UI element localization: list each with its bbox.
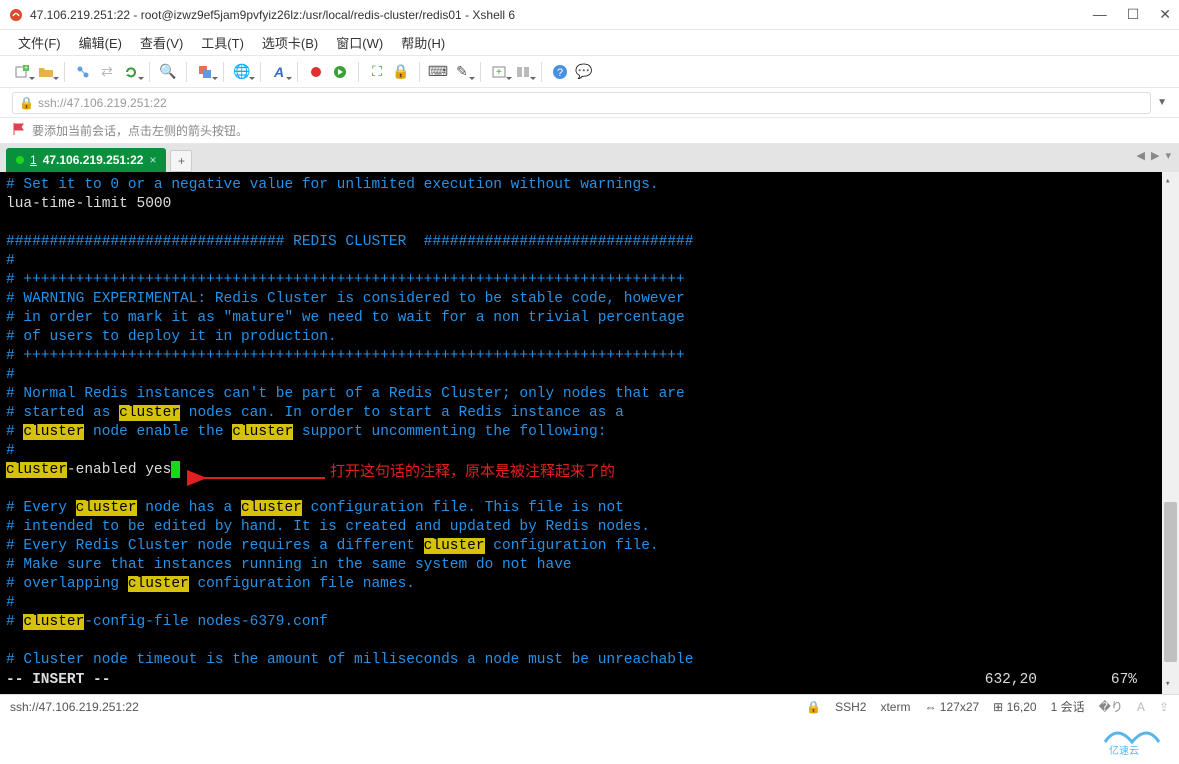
titlebar: 47.106.219.251:22 - root@izwz9ef5jam9pvf… [0,0,1179,30]
tab-index: 1 [30,153,37,167]
status-dot-icon [16,156,24,164]
minimize-button[interactable]: ― [1093,6,1107,23]
status-address: ssh://47.106.219.251:22 [10,700,139,714]
session-tab[interactable]: 1 47.106.219.251:22 × [6,148,166,172]
vim-position: 632,20 [985,671,1037,690]
window-title: 47.106.219.251:22 - root@izwz9ef5jam9pvf… [30,8,1093,22]
address-input[interactable]: 🔒 ssh://47.106.219.251:22 [12,92,1151,114]
tabbar: 1 47.106.219.251:22 × + ◀ ▶ ▾ [0,144,1179,172]
connect-icon[interactable] [73,62,93,82]
fullscreen-icon[interactable]: ⛶ [367,62,387,82]
status-lock-icon: 🔒 [806,700,821,714]
svg-text:亿速云: 亿速云 [1109,744,1139,756]
hint-text: 要添加当前会话，点击左侧的箭头按钮。 [32,122,248,139]
disconnect-icon[interactable]: ⇄ [97,62,117,82]
menu-edit[interactable]: 编辑(E) [79,33,122,52]
globe-icon[interactable]: 🌐 [232,62,252,82]
tab-label: 47.106.219.251:22 [43,153,144,167]
add-pane-icon[interactable]: + [489,62,509,82]
status-num-icon: ⇪ [1159,700,1169,714]
menu-view[interactable]: 查看(V) [140,33,183,52]
menu-tools[interactable]: 工具(T) [201,33,244,52]
hint-bar: 要添加当前会话，点击左侧的箭头按钮。 [0,118,1179,144]
tab-add-button[interactable]: + [170,150,192,172]
tab-prev-icon[interactable]: ◀ [1137,149,1145,162]
app-icon [8,7,24,23]
watermark-logo: 亿速云 [1097,722,1167,756]
svg-text:+: + [24,65,28,72]
lock-icon[interactable]: 🔒 [391,62,411,82]
svg-text:?: ? [557,67,563,79]
address-text: ssh://47.106.219.251:22 [38,96,167,110]
search-icon[interactable]: 🔍 [158,62,178,82]
menu-file[interactable]: 文件(F) [18,33,61,52]
terminal-content: # Set it to 0 or a negative value for un… [6,176,1173,670]
vim-status-line: -- INSERT -- 632,20 67% [6,671,1157,690]
terminal[interactable]: # Set it to 0 or a negative value for un… [0,172,1179,694]
vim-percent: 67% [1111,671,1137,690]
toolbar: + ⇄ 🔍 🌐 A ⛶ 🔒 ⌨ ✎ + ? 💬 [0,56,1179,88]
feedback-icon[interactable]: 💬 [574,62,594,82]
help-icon[interactable]: ? [550,62,570,82]
layout-icon[interactable] [513,62,533,82]
menu-window[interactable]: 窗口(W) [336,33,383,52]
font-icon[interactable]: A [269,62,289,82]
statusbar: ssh://47.106.219.251:22 🔒 SSH2 xterm ⇔ 1… [0,694,1179,718]
status-cursor: ⊞ 16,20 [993,700,1036,714]
cursor [171,461,180,478]
edit-icon[interactable]: ✎ [452,62,472,82]
status-sessions: 1 会话 [1051,698,1085,715]
new-session-icon[interactable]: + [12,62,32,82]
reconnect-icon[interactable] [121,62,141,82]
tab-next-icon[interactable]: ▶ [1151,149,1159,162]
addressbar: 🔒 ssh://47.106.219.251:22 ▼ [0,88,1179,118]
annotation-text: 打开这句话的注释，原本是被注释起来了的 [330,462,615,481]
play-icon[interactable] [330,62,350,82]
tab-close-icon[interactable]: × [149,153,156,167]
vim-mode: -- INSERT -- [6,671,110,690]
open-folder-icon[interactable] [36,62,56,82]
svg-text:+: + [496,67,502,78]
lock-small-icon: 🔒 [19,96,34,110]
maximize-button[interactable]: ☐ [1127,6,1140,23]
scrollbar-thumb[interactable] [1164,502,1177,662]
record-icon[interactable] [306,62,326,82]
status-ssh: SSH2 [835,700,866,714]
status-size: ⇔ 127x27 [924,700,979,714]
terminal-scrollbar[interactable]: ▴ ▾ [1162,172,1179,694]
tab-menu-icon[interactable]: ▾ [1165,149,1171,162]
close-button[interactable]: ✕ [1159,6,1171,23]
menu-help[interactable]: 帮助(H) [401,33,445,52]
flag-icon [12,122,26,139]
copy-icon[interactable] [195,62,215,82]
status-link-icon: �り [1099,698,1123,715]
menubar: 文件(F) 编辑(E) 查看(V) 工具(T) 选项卡(B) 窗口(W) 帮助(… [0,30,1179,56]
keyboard-icon[interactable]: ⌨ [428,62,448,82]
address-dropdown-icon[interactable]: ▼ [1157,97,1167,108]
status-cap-icon: A [1137,700,1145,714]
menu-tabs[interactable]: 选项卡(B) [262,33,318,52]
status-term: xterm [880,700,910,714]
